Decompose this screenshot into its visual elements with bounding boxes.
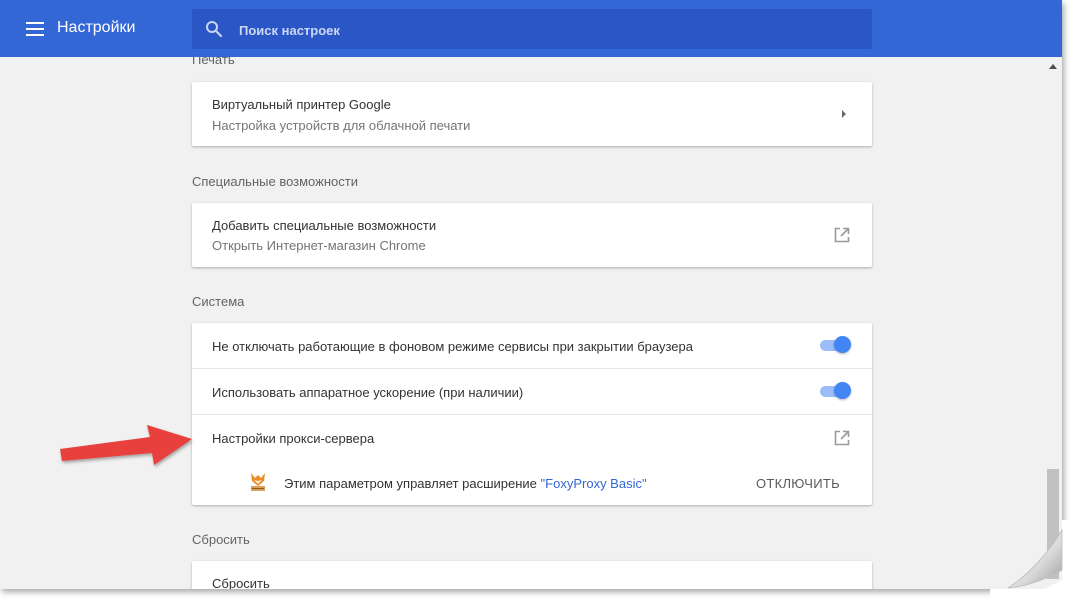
section-title-system: Система <box>192 294 245 309</box>
app-header: Настройки <box>0 0 1062 57</box>
row-title: Настройки прокси-сервера <box>212 431 375 446</box>
disable-extension-button[interactable]: ОТКЛЮЧИТЬ <box>744 470 852 498</box>
settings-content: Печать Виртуальный принтер Google Настро… <box>0 0 1062 589</box>
scroll-up-arrow-icon[interactable] <box>1049 63 1057 69</box>
browser-window: Печать Виртуальный принтер Google Настро… <box>0 0 1062 589</box>
card-system: Не отключать работающие в фоновом режиме… <box>192 323 872 505</box>
extension-control-notice: Этим параметром управляет расширение "Fo… <box>192 460 872 505</box>
toggle-knob <box>834 336 851 353</box>
vertical-scrollbar[interactable] <box>1045 57 1062 589</box>
section-title-reset: Сбросить <box>192 532 250 547</box>
search-icon <box>206 21 223 38</box>
hardware-acceleration-toggle[interactable] <box>820 382 851 400</box>
row-add-accessibility[interactable]: Добавить специальные возможности Открыть… <box>192 203 872 267</box>
row-title: Использовать аппаратное ускорение (при н… <box>212 385 524 400</box>
row-title: Виртуальный принтер Google <box>212 97 391 112</box>
extension-notice-text: Этим параметром управляет расширение "Fo… <box>284 476 647 491</box>
row-subtitle: Настройка устройств для облачной печати <box>212 118 471 133</box>
foxyproxy-logo-icon <box>251 473 265 491</box>
extension-notice-label: Этим параметром управляет расширение <box>284 476 537 491</box>
annotation-arrow-icon <box>60 425 192 465</box>
page-curl-decoration <box>990 520 1079 605</box>
row-title: Сбросить <box>212 576 270 589</box>
card-accessibility: Добавить специальные возможности Открыть… <box>192 203 872 267</box>
background-apps-toggle[interactable] <box>820 336 851 354</box>
search-box <box>192 9 872 51</box>
section-title-accessibility: Специальные возможности <box>192 174 358 189</box>
row-reset[interactable]: Сбросить <box>192 561 872 589</box>
extension-name-link[interactable]: "FoxyProxy Basic" <box>541 476 647 491</box>
row-title: Добавить специальные возможности <box>212 218 437 233</box>
open-external-icon[interactable] <box>834 227 850 243</box>
chevron-right-icon <box>842 110 846 118</box>
row-background-apps: Не отключать работающие в фоновом режиме… <box>192 323 872 368</box>
toggle-knob <box>834 382 851 399</box>
search-input[interactable] <box>237 9 861 51</box>
hamburger-menu-icon[interactable] <box>26 22 44 36</box>
row-subtitle: Открыть Интернет-магазин Chrome <box>212 238 426 253</box>
row-title: Не отключать работающие в фоновом режиме… <box>212 339 693 354</box>
card-reset: Сбросить <box>192 561 872 589</box>
row-proxy-settings[interactable]: Настройки прокси-сервера <box>192 414 872 460</box>
card-print: Виртуальный принтер Google Настройка уст… <box>192 82 872 146</box>
row-cloud-print[interactable]: Виртуальный принтер Google Настройка уст… <box>192 82 872 146</box>
row-hardware-acceleration: Использовать аппаратное ускорение (при н… <box>192 368 872 414</box>
open-external-icon[interactable] <box>834 430 850 446</box>
page-title: Настройки <box>57 19 136 36</box>
